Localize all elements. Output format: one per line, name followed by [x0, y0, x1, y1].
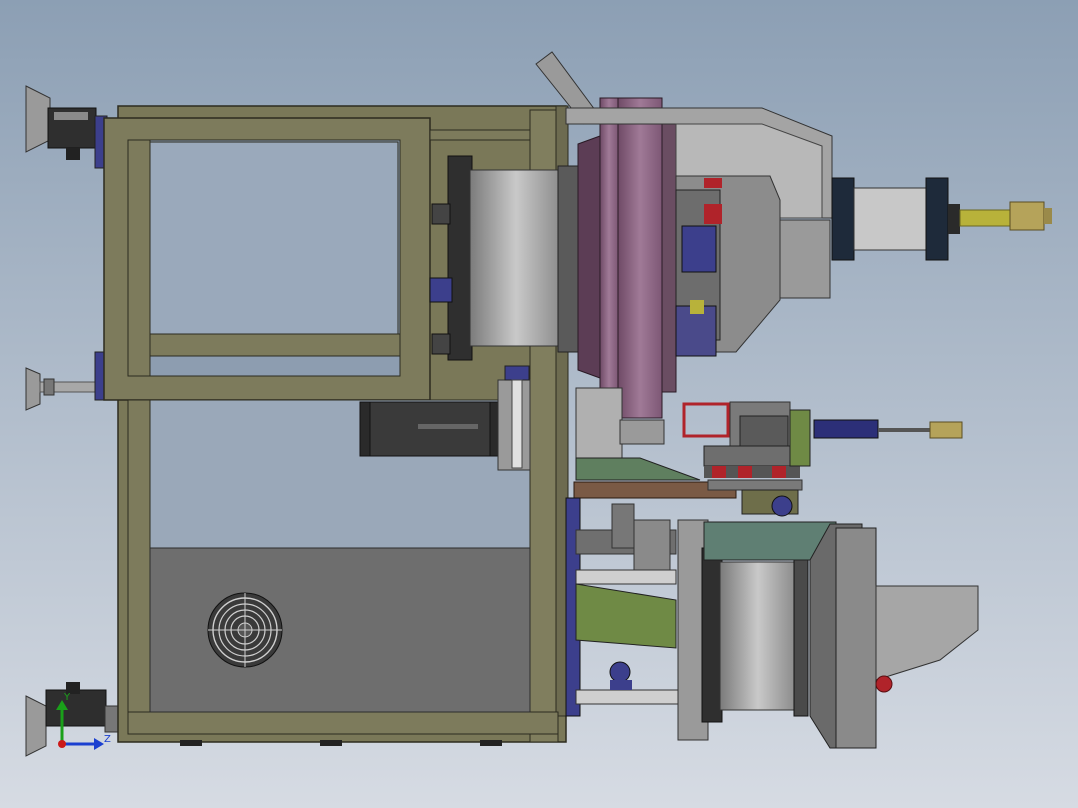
triad-y-label: Y	[63, 692, 71, 703]
grinding-wheel[interactable]	[577, 97, 677, 419]
cad-viewport[interactable]: Y Z	[0, 0, 1078, 808]
spindle-drum[interactable]	[469, 165, 579, 353]
feed-mechanism[interactable]	[675, 178, 722, 357]
electrical-cabinet-panel	[149, 547, 531, 713]
cooling-fan-icon	[207, 592, 283, 668]
triad-z-label: Z	[104, 734, 111, 745]
assembly-drawing: Y Z	[0, 0, 1078, 808]
